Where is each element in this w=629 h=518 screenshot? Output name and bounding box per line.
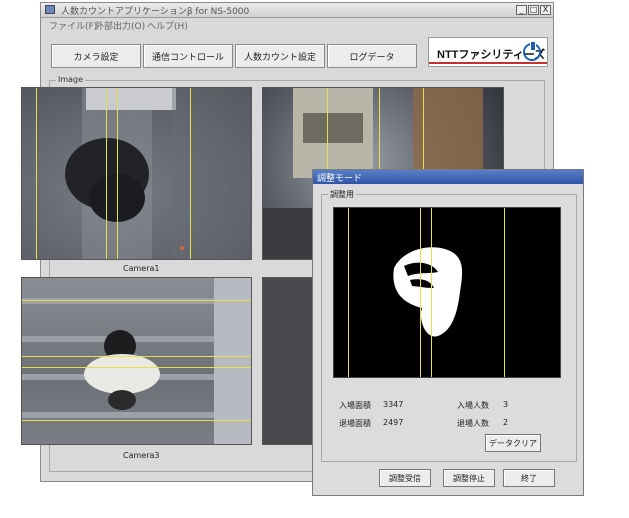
toolbar: カメラ設定 通信コントロール 人数カウント設定 ログデータ (51, 44, 417, 68)
exit-area-value: 2497 (383, 418, 404, 427)
count-line (106, 88, 107, 259)
count-line (504, 208, 505, 377)
menu-file[interactable]: ファイル(F) (49, 19, 97, 32)
menu-help[interactable]: ヘルプ(H) (147, 19, 188, 32)
adjust-mode-dialog: 調整モード 調整用 入場面積 3347 退場面積 2497 入場人数 3 退場人… (312, 169, 584, 496)
count-line (431, 208, 432, 377)
silhouette-mask (393, 247, 463, 337)
count-line (22, 300, 251, 301)
log-data-button[interactable]: ログデータ (327, 44, 417, 68)
count-line (22, 420, 251, 421)
menu-external-output[interactable]: 外部出力(O) (95, 19, 145, 32)
minimize-button[interactable]: _ (516, 5, 527, 15)
camera1-scene (65, 88, 251, 259)
company-logo: NTTファシリティーズ (428, 37, 548, 67)
camera1-view (21, 87, 252, 260)
count-settings-button[interactable]: 人数カウント設定 (235, 44, 325, 68)
camera3-label: Camera3 (123, 451, 160, 460)
exit-count-label: 退場人数 (457, 419, 489, 428)
entry-count-value: 3 (503, 400, 509, 409)
window-title: 人数カウントアプリケーションβ for NS-5000 (61, 7, 250, 17)
adjust-image (333, 207, 561, 378)
entry-area-label: 入場面積 (339, 401, 371, 410)
adjust-receive-button[interactable]: 調整受信 (379, 469, 431, 487)
adjust-stop-button[interactable]: 調整停止 (443, 469, 495, 487)
maximize-button[interactable]: □ (528, 5, 539, 15)
camera1-label: Camera1 (123, 264, 160, 273)
exit-button[interactable]: 終了 (503, 469, 555, 487)
exit-count-value: 2 (503, 418, 509, 427)
image-group-label: Image (56, 75, 86, 84)
dialog-title: 調整モード (317, 174, 363, 184)
menu-bar: ファイル(F) 外部出力(O) ヘルプ(H) (41, 18, 553, 32)
comm-control-button[interactable]: 通信コントロール (143, 44, 233, 68)
dialog-title-bar: 調整モード (313, 170, 583, 184)
count-line (22, 356, 251, 357)
data-clear-button[interactable]: データクリア (485, 434, 541, 452)
title-bar: 人数カウントアプリケーションβ for NS-5000 _ □ X (41, 3, 553, 18)
count-line (36, 88, 37, 259)
entry-count-label: 入場人数 (457, 401, 489, 410)
camera-settings-button[interactable]: カメラ設定 (51, 44, 141, 68)
count-line (22, 367, 251, 368)
entry-area-value: 3347 (383, 400, 404, 409)
count-line (420, 208, 421, 377)
count-line (348, 208, 349, 377)
count-line (117, 88, 118, 259)
adjust-group-label: 調整用 (328, 189, 356, 200)
power-icon (523, 42, 541, 61)
app-icon (45, 5, 55, 14)
count-line (190, 88, 191, 259)
close-button[interactable]: X (540, 5, 551, 15)
camera3-view (21, 277, 252, 445)
logo-stripe (429, 62, 547, 64)
exit-area-label: 退場面積 (339, 419, 371, 428)
